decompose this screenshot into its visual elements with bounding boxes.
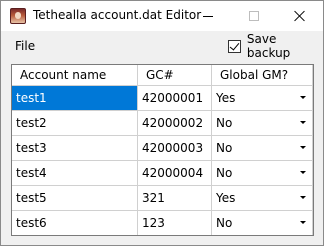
save-backup-checkbox[interactable] (228, 39, 241, 53)
column-header-account-name[interactable]: Account name (12, 65, 138, 86)
grid-rows: test1 42000001 Yes test2 42000002 No tes… (12, 86, 313, 235)
account-name-cell[interactable]: test2 (12, 111, 138, 136)
global-gm-value: No (216, 216, 233, 230)
table-row: test5 321 Yes (12, 186, 313, 211)
close-icon (294, 10, 306, 22)
dropdown-arrow-icon[interactable] (300, 146, 306, 149)
app-icon (10, 8, 26, 24)
account-name-cell[interactable]: test4 (12, 161, 138, 186)
global-gm-value: No (216, 116, 233, 130)
global-gm-value: Yes (216, 191, 236, 205)
global-gm-combo[interactable]: No (212, 136, 313, 161)
maximize-icon (249, 11, 259, 21)
global-gm-combo[interactable]: Yes (212, 86, 313, 111)
table-row: test6 123 No (12, 211, 313, 235)
global-gm-value: No (216, 141, 233, 155)
grid-header: Account name GC# Global GM? (12, 65, 313, 86)
save-backup-label: Save backup (246, 32, 291, 60)
global-gm-value: Yes (216, 91, 236, 105)
global-gm-combo[interactable]: No (212, 111, 313, 136)
account-name-cell[interactable]: test6 (12, 211, 138, 235)
dropdown-arrow-icon[interactable] (300, 96, 306, 99)
window-title: Tethealla account.dat Editor (33, 8, 202, 22)
gc-cell[interactable]: 42000004 (138, 161, 212, 186)
global-gm-combo[interactable]: Yes (212, 186, 313, 211)
dropdown-arrow-icon[interactable] (300, 171, 306, 174)
column-header-global-gm[interactable]: Global GM? (212, 65, 313, 86)
global-gm-combo[interactable]: No (212, 161, 313, 186)
menu-file[interactable]: File (15, 39, 35, 53)
dropdown-arrow-icon[interactable] (300, 221, 306, 224)
gc-cell[interactable]: 42000003 (138, 136, 212, 161)
gc-cell[interactable]: 42000001 (138, 86, 212, 111)
gc-cell[interactable]: 123 (138, 211, 212, 235)
account-name-cell[interactable]: test3 (12, 136, 138, 161)
dropdown-arrow-icon[interactable] (300, 196, 306, 199)
close-button[interactable] (277, 1, 323, 31)
gc-cell[interactable]: 42000002 (138, 111, 212, 136)
global-gm-combo[interactable]: No (212, 211, 313, 235)
minimize-button[interactable] (185, 1, 231, 31)
table-row: test3 42000003 No (12, 136, 313, 161)
column-header-gc[interactable]: GC# (138, 65, 212, 86)
check-icon (229, 39, 240, 51)
minimize-icon (203, 15, 213, 17)
table-row: test1 42000001 Yes (12, 86, 313, 111)
table-row: test2 42000002 No (12, 111, 313, 136)
editor-window: Tethealla account.dat Editor File Save b… (0, 0, 324, 246)
maximize-button[interactable] (231, 1, 277, 31)
accounts-grid: Account name GC# Global GM? test1 420000… (11, 64, 314, 236)
global-gm-value: No (216, 166, 233, 180)
save-backup-option[interactable]: Save backup (228, 32, 323, 60)
account-name-cell[interactable]: test1 (12, 86, 138, 111)
dropdown-arrow-icon[interactable] (300, 121, 306, 124)
gc-cell[interactable]: 321 (138, 186, 212, 211)
table-row: test4 42000004 No (12, 161, 313, 186)
account-name-cell[interactable]: test5 (12, 186, 138, 211)
title-bar[interactable]: Tethealla account.dat Editor (1, 1, 323, 31)
